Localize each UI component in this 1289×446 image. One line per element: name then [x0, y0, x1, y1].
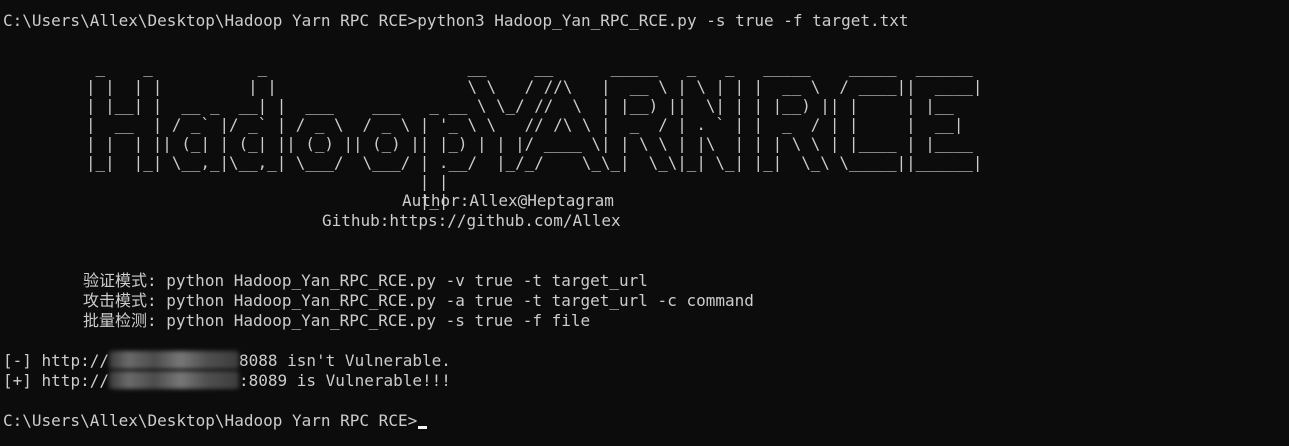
- result-scheme: http://: [31, 371, 109, 390]
- author-line: Author:Allex@Heptagram: [402, 191, 614, 210]
- result-line: [+] http:// :8089 is Vulnerable!!!: [3, 371, 451, 391]
- result-port: 8088: [238, 351, 278, 370]
- result-status: isn't Vulnerable.: [277, 351, 451, 370]
- command-text: python3 Hadoop_Yan_RPC_RCE.py -s true -f…: [417, 11, 909, 30]
- usage-label: 批量检测: [83, 311, 148, 330]
- result-scheme: http://: [31, 351, 109, 370]
- result-status: is Vulnerable!!!: [287, 371, 451, 390]
- github-line: Github:https://github.com/Allex: [322, 211, 621, 230]
- redacted-host: [108, 371, 239, 389]
- result-port: :8089: [238, 371, 288, 390]
- result-line: [-] http:// 8088 isn't Vulnerable.: [3, 351, 451, 371]
- usage-text: : python Hadoop_Yan_RPC_RCE.py -v true -…: [147, 271, 648, 290]
- prompt: C:\Users\Allex\Desktop\Hadoop Yarn RPC R…: [3, 411, 418, 430]
- usage-label: 验证模式: [83, 271, 148, 290]
- usage-label: 攻击模式: [83, 291, 148, 310]
- usage-verify: 验证模式: python Hadoop_Yan_RPC_RCE.py -v tr…: [3, 271, 648, 291]
- usage-batch: 批量检测: python Hadoop_Yan_RPC_RCE.py -s tr…: [3, 311, 590, 331]
- command-line: C:\Users\Allex\Desktop\Hadoop Yarn RPC R…: [3, 11, 909, 31]
- text-cursor: [418, 426, 428, 429]
- prompt: C:\Users\Allex\Desktop\Hadoop Yarn RPC R…: [3, 11, 418, 30]
- usage-attack: 攻击模式: python Hadoop_Yan_RPC_RCE.py -a tr…: [3, 291, 754, 311]
- result-mark: [+]: [3, 371, 32, 390]
- usage-text: : python Hadoop_Yan_RPC_RCE.py -a true -…: [147, 291, 754, 310]
- ascii-banner: _ _ _ __ __ _____ _ _ _____ _____ ______…: [86, 58, 983, 210]
- result-mark: [-]: [3, 351, 32, 370]
- final-prompt-line[interactable]: C:\Users\Allex\Desktop\Hadoop Yarn RPC R…: [3, 411, 428, 431]
- usage-text: : python Hadoop_Yan_RPC_RCE.py -s true -…: [147, 311, 591, 330]
- redacted-host: [108, 351, 239, 369]
